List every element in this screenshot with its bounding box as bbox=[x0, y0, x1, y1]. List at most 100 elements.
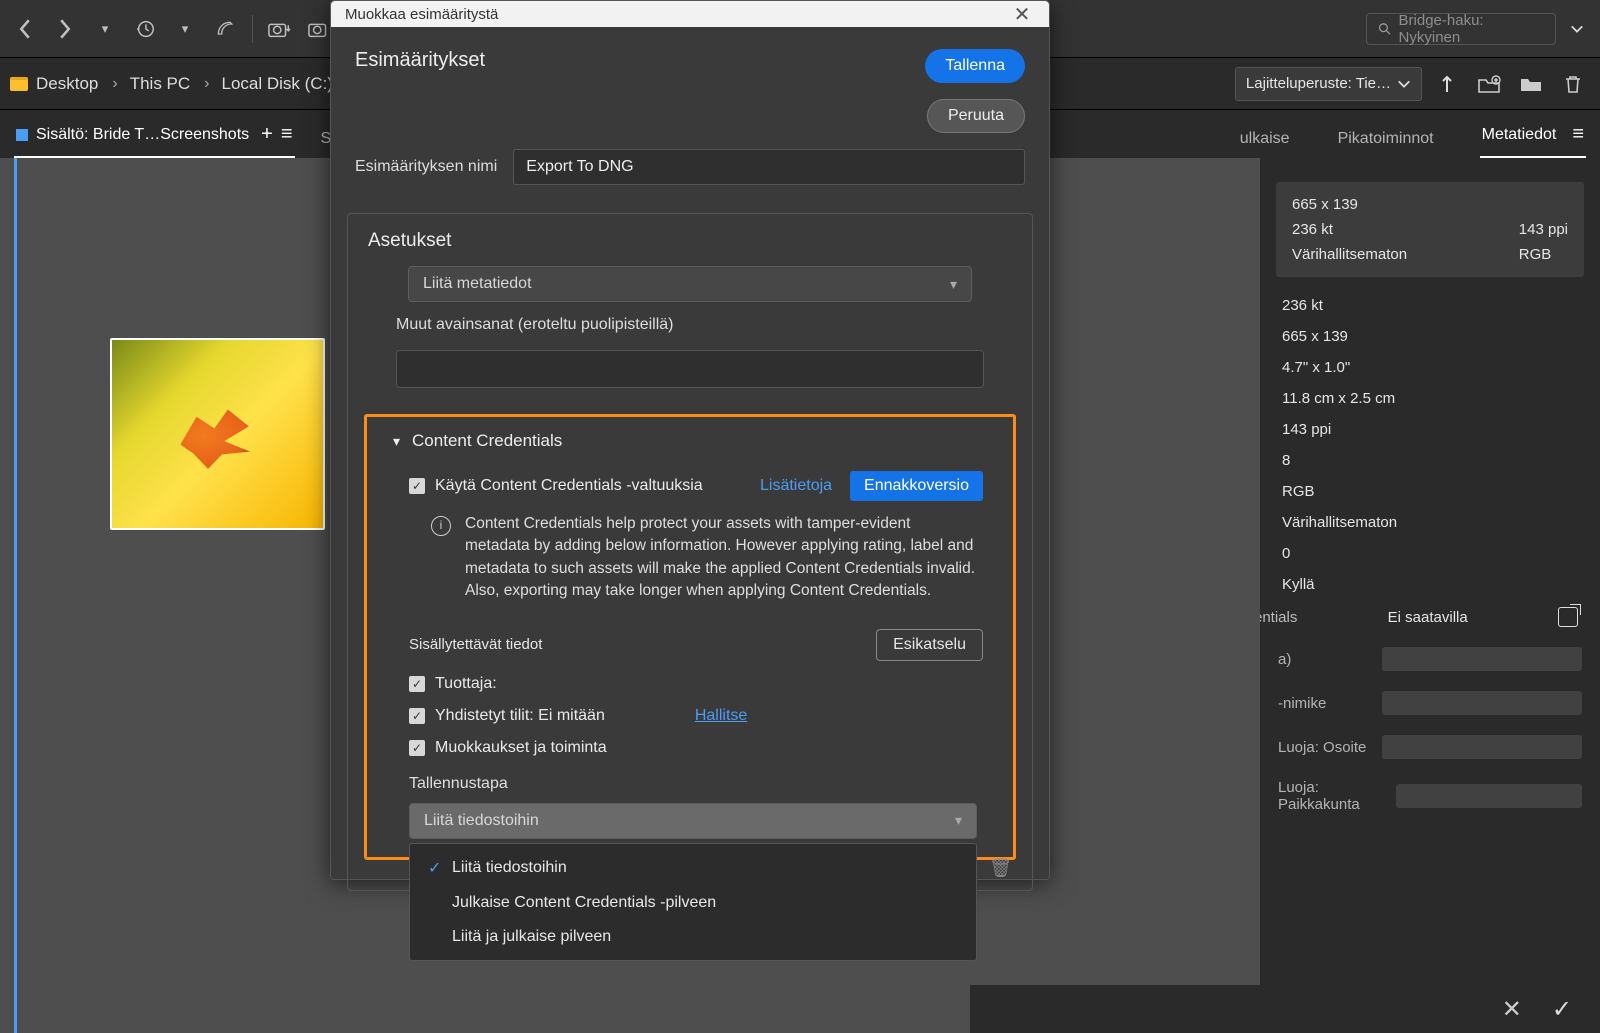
selection-bar bbox=[14, 158, 17, 1033]
crumb-thispc[interactable]: This PC› bbox=[130, 74, 214, 94]
tab-content[interactable]: Sisältö: Bride T…Screenshots + ≡ bbox=[14, 113, 295, 158]
meta-value: 4.7" x 1.0" bbox=[1282, 359, 1578, 376]
thumbnail[interactable] bbox=[110, 338, 325, 530]
connected-accounts-checkbox[interactable]: ✓Yhdistetyt tilit: Ei mitäänHallitse bbox=[409, 707, 987, 725]
meta-colormgmt: Värihallitsematon bbox=[1292, 246, 1499, 263]
sort-ascending-icon[interactable] bbox=[1430, 67, 1464, 101]
keywords-input[interactable] bbox=[396, 350, 984, 388]
learn-more-link[interactable]: Lisätietoja bbox=[760, 477, 832, 495]
meta-colormode: RGB bbox=[1519, 246, 1568, 263]
save-button[interactable]: Tallenna bbox=[925, 49, 1025, 83]
sort-dropdown[interactable]: Lajitteluperuste: Tie… bbox=[1235, 67, 1422, 101]
boomerang-icon[interactable] bbox=[208, 12, 242, 46]
search-icon bbox=[1377, 21, 1393, 37]
confirm-icon[interactable]: ✓ bbox=[1552, 995, 1572, 1024]
dialog-title: Muokkaa esimääritystä bbox=[345, 6, 498, 23]
cc-section-header[interactable]: ▾ Content Credentials bbox=[393, 431, 987, 451]
open-folder-icon[interactable] bbox=[1514, 67, 1548, 101]
meta-value: 0 bbox=[1282, 545, 1578, 562]
settings-section: Asetukset Liitä metatiedot ▾ Muut avains… bbox=[347, 213, 1033, 891]
close-icon[interactable]: ✕ bbox=[1009, 1, 1035, 27]
storage-dropdown-menu: Liitä tiedostoihin Julkaise Content Cred… bbox=[409, 843, 977, 961]
storage-option-publish-cloud[interactable]: Julkaise Content Credentials -pilveen bbox=[410, 886, 976, 920]
preview-button[interactable]: Esikatselu bbox=[876, 629, 983, 661]
meta-value: 143 ppi bbox=[1282, 421, 1578, 438]
storage-option-attach-and-publish[interactable]: Liitä ja julkaise pilveen bbox=[410, 920, 976, 954]
crumb-desktop[interactable]: Desktop› bbox=[36, 74, 122, 94]
cc-use-checkbox[interactable]: ✓ Käytä Content Credentials -valtuuksia bbox=[409, 477, 703, 495]
metadata-list: 236 kt 665 x 139 4.7" x 1.0" 11.8 cm x 2… bbox=[1260, 287, 1600, 627]
cc-description: Content Credentials help protect your as… bbox=[465, 513, 977, 603]
folder-icon bbox=[10, 77, 28, 91]
nav-back-icon[interactable] bbox=[8, 12, 42, 46]
info-icon: i bbox=[431, 516, 451, 536]
search-dropdown-icon[interactable] bbox=[1562, 13, 1592, 45]
producer-checkbox[interactable]: ✓Tuottaja: bbox=[409, 675, 987, 693]
manage-link[interactable]: Hallitse bbox=[695, 707, 747, 725]
creator-label: Luoja: Paikkakunta bbox=[1278, 779, 1396, 813]
history-icon[interactable] bbox=[128, 12, 162, 46]
chevron-down-icon: ▾ bbox=[950, 276, 957, 293]
thumbnail-image bbox=[168, 407, 255, 474]
meta-value: Värihallitsematon bbox=[1282, 514, 1578, 531]
sort-label: Lajitteluperuste: Tie… bbox=[1246, 75, 1391, 92]
chevron-down-icon bbox=[1397, 77, 1411, 91]
metadata-summary-card: 665 x 139 236 kt 143 ppi Värihallitsemat… bbox=[1276, 182, 1584, 277]
camera-download-icon[interactable] bbox=[263, 12, 297, 46]
creator-label: a) bbox=[1278, 651, 1291, 668]
trash-icon[interactable] bbox=[1556, 67, 1590, 101]
creator-label: -nimike bbox=[1278, 695, 1326, 712]
meta-value: RGB bbox=[1282, 483, 1578, 500]
search-field[interactable]: Bridge-haku: Nykyinen bbox=[1366, 13, 1556, 45]
include-label: Sisällytettävät tiedot bbox=[409, 636, 542, 653]
delete-icon[interactable]: 🗑 bbox=[989, 858, 1012, 884]
meta-value: 11.8 cm x 2.5 cm bbox=[1282, 390, 1578, 407]
meta-value: 665 x 139 bbox=[1282, 328, 1578, 345]
new-folder-icon[interactable] bbox=[1472, 67, 1506, 101]
metadata-dropdown[interactable]: Liitä metatiedot ▾ bbox=[408, 266, 972, 302]
meta-filesize: 236 kt bbox=[1292, 221, 1499, 238]
add-tab-icon[interactable]: + bbox=[261, 123, 273, 146]
storage-label: Tallennustapa bbox=[409, 775, 987, 793]
preset-name-input[interactable] bbox=[513, 149, 1025, 185]
creator-label: Luoja: Osoite bbox=[1278, 739, 1366, 756]
metadata-panel: 665 x 139 236 kt 143 ppi Värihallitsemat… bbox=[1260, 158, 1600, 1033]
cancel-icon[interactable]: ✕ bbox=[1502, 995, 1522, 1024]
presets-heading: Esimääritykset bbox=[355, 49, 485, 72]
tab-metadata[interactable]: Metatiedot ≡ bbox=[1480, 113, 1586, 158]
tab-menu-icon[interactable]: ≡ bbox=[1572, 123, 1584, 146]
content-credentials-section: ▾ Content Credentials ✓ Käytä Content Cr… bbox=[364, 414, 1016, 860]
search-placeholder: Bridge-haku: Nykyinen bbox=[1399, 12, 1545, 46]
storage-option-attach[interactable]: Liitä tiedostoihin bbox=[410, 850, 976, 886]
meta-value: 236 kt bbox=[1282, 297, 1578, 314]
tab-publish[interactable]: ulkaise bbox=[1238, 120, 1292, 158]
nav-forward-icon[interactable] bbox=[48, 12, 82, 46]
edits-activity-checkbox[interactable]: ✓Muokkaukset ja toiminta bbox=[409, 739, 987, 757]
external-link-icon[interactable] bbox=[1558, 607, 1578, 627]
creator-input[interactable] bbox=[1396, 784, 1582, 808]
nav-dropdown-icon[interactable]: ▾ bbox=[88, 12, 122, 46]
meta-ppi: 143 ppi bbox=[1519, 221, 1568, 238]
chevron-down-icon: ▾ bbox=[393, 433, 400, 450]
settings-heading: Asetukset bbox=[368, 230, 1012, 252]
content-indicator-icon bbox=[16, 129, 28, 141]
edit-preset-dialog: Muokkaa esimääritystä ✕ Esimääritykset T… bbox=[330, 0, 1050, 880]
dialog-titlebar: Muokkaa esimääritystä ✕ bbox=[331, 1, 1049, 27]
cancel-button[interactable]: Peruuta bbox=[927, 99, 1025, 133]
preset-name-label: Esimäärityksen nimi bbox=[355, 158, 497, 176]
meta-value: 8 bbox=[1282, 452, 1578, 469]
meta-dimensions: 665 x 139 bbox=[1292, 196, 1499, 213]
history-dropdown-icon[interactable]: ▾ bbox=[168, 12, 202, 46]
creator-input[interactable] bbox=[1382, 735, 1582, 759]
panel-confirm-bar: ✕ ✓ bbox=[970, 985, 1600, 1033]
tab-quick-actions[interactable]: Pikatoiminnot bbox=[1336, 120, 1436, 158]
tab-menu-icon[interactable]: ≡ bbox=[281, 123, 293, 146]
creator-fields: a) -nimike Luoja: Osoite Luoja: Paikkaku… bbox=[1260, 627, 1600, 813]
keywords-label: Muut avainsanat (eroteltu puolipisteillä… bbox=[396, 316, 673, 333]
creator-input[interactable] bbox=[1382, 691, 1582, 715]
creator-input[interactable] bbox=[1382, 647, 1582, 671]
chevron-down-icon: ▾ bbox=[955, 812, 962, 829]
meta-row-content-credentials: entials Ei saatavilla bbox=[1282, 607, 1578, 627]
beta-badge[interactable]: Ennakkoversio bbox=[850, 471, 983, 501]
storage-dropdown[interactable]: Liitä tiedostoihin ▾ bbox=[409, 803, 977, 839]
